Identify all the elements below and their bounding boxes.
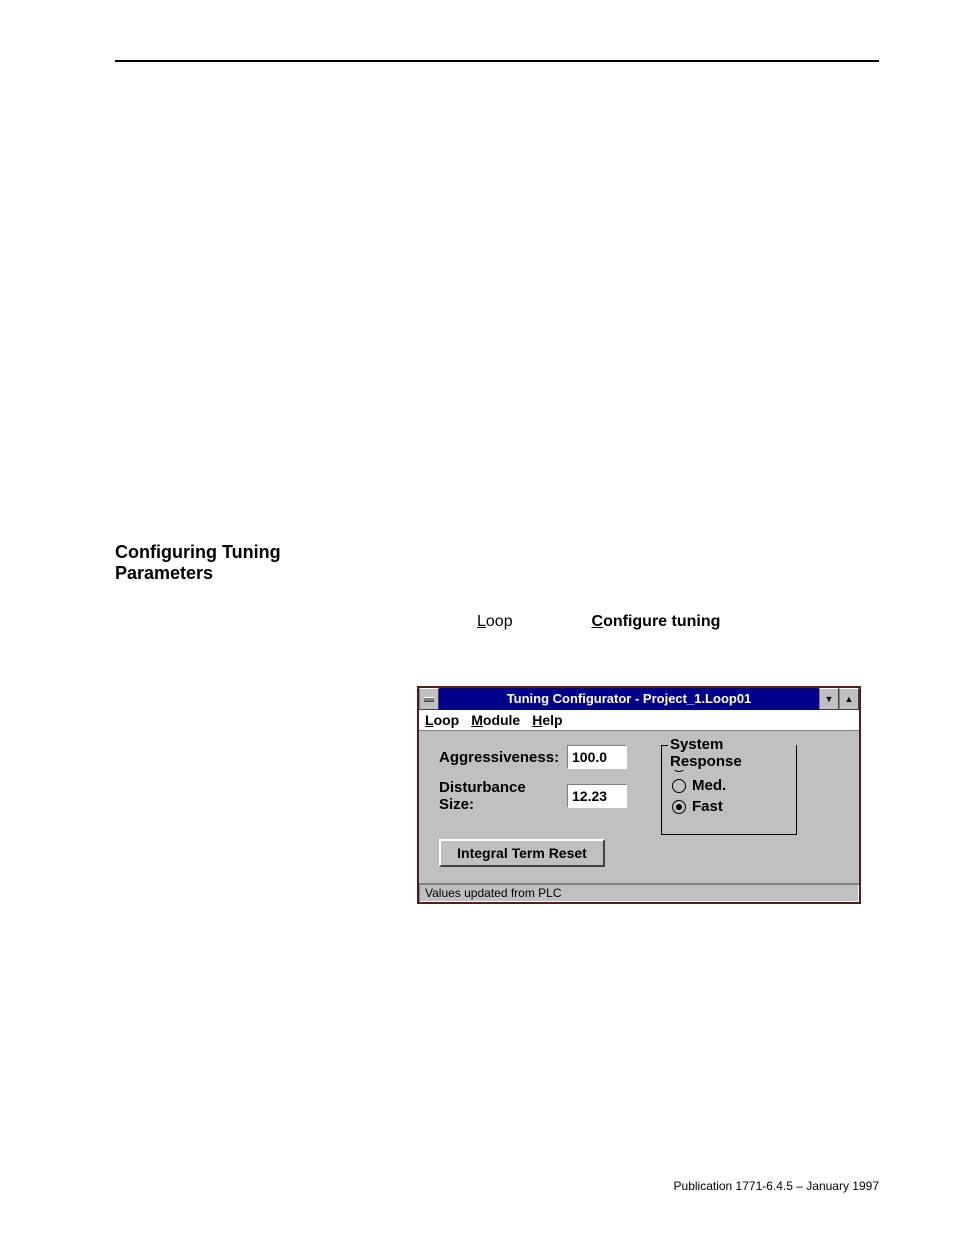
system-menu-icon[interactable] — [419, 688, 439, 710]
menu-module[interactable]: Module — [471, 712, 520, 728]
status-bar: Values updated from PLC — [419, 883, 859, 902]
menubar: Loop Module Help — [419, 710, 859, 731]
radio-icon — [672, 800, 686, 814]
radio-med[interactable]: Med. — [672, 777, 786, 794]
system-response-group: System Response Slow Med. Fast — [661, 745, 797, 835]
titlebar: Tuning Configurator - Project_1.Loop01 ▼… — [419, 688, 859, 710]
publication-footer: Publication 1771-6.4.5 – January 1997 — [674, 1179, 879, 1193]
menu-loop-text: Loop — [477, 613, 513, 631]
instruction-line: Loop Configure tuning — [477, 613, 879, 631]
menu-loop[interactable]: Loop — [425, 712, 459, 728]
client-area: Aggressiveness: Disturbance Size: Integr… — [419, 731, 859, 883]
radio-fast[interactable]: Fast — [672, 798, 786, 815]
system-response-legend: System Response — [668, 736, 796, 770]
minimize-icon[interactable]: ▼ — [819, 688, 839, 710]
radio-fast-label: Fast — [692, 798, 723, 815]
aggressiveness-label: Aggressiveness: — [439, 749, 561, 766]
aggressiveness-input[interactable] — [567, 745, 627, 769]
disturbance-size-input[interactable] — [567, 784, 627, 808]
page-top-rule — [115, 60, 879, 62]
menu-configure-tuning-text: Configure tuning — [592, 613, 721, 631]
section-heading: Configuring Tuning Parameters — [115, 542, 300, 583]
disturbance-size-label: Disturbance Size: — [439, 779, 561, 813]
tuning-configurator-window: Tuning Configurator - Project_1.Loop01 ▼… — [417, 686, 861, 904]
menu-help[interactable]: Help — [532, 712, 562, 728]
radio-med-label: Med. — [692, 777, 726, 794]
window-title: Tuning Configurator - Project_1.Loop01 — [439, 688, 819, 710]
radio-icon — [672, 779, 686, 793]
maximize-icon[interactable]: ▲ — [839, 688, 859, 710]
integral-term-reset-button[interactable]: Integral Term Reset — [439, 839, 605, 867]
